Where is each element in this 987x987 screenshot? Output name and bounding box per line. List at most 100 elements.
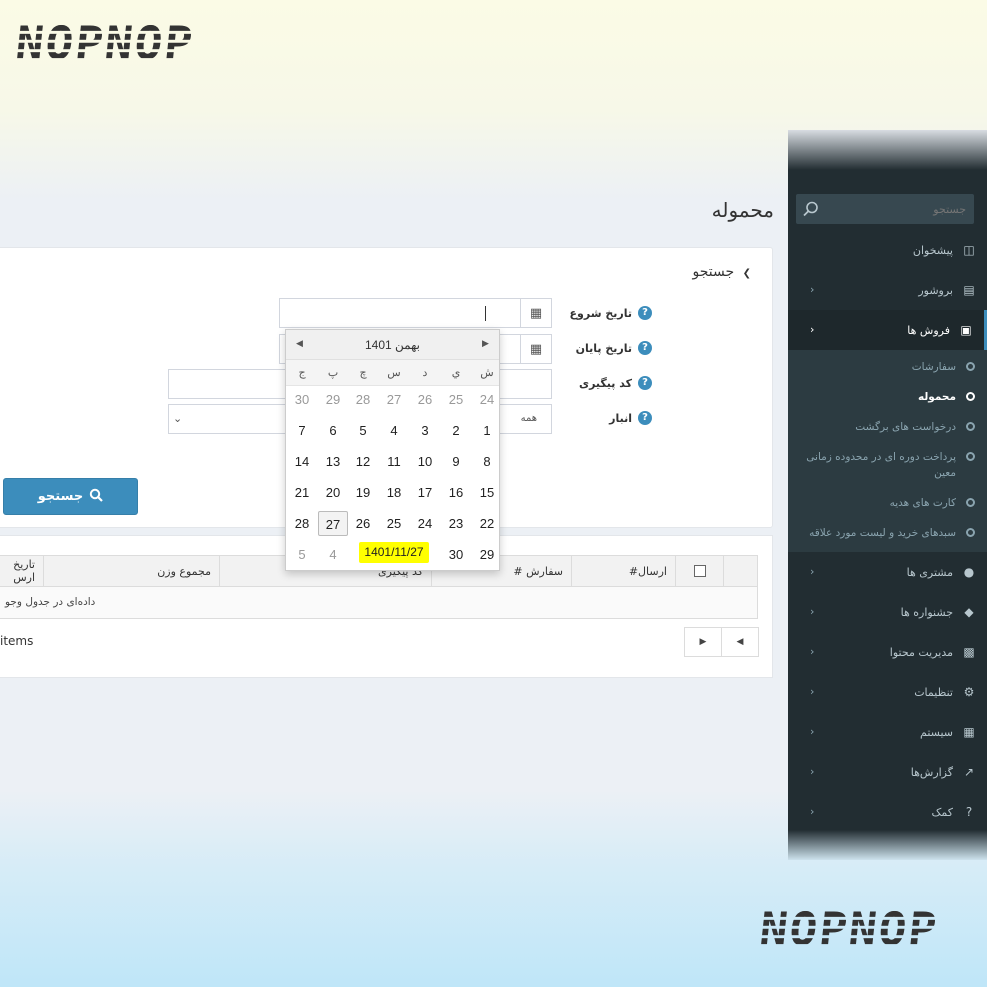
sidebar-item-system[interactable]: ▦ سیستم ‹ (788, 712, 987, 752)
help-icon[interactable]: ? (638, 306, 652, 320)
datepicker-day[interactable]: 19 (348, 480, 378, 505)
datepicker-day[interactable]: 18 (379, 480, 409, 505)
help-icon[interactable]: ? (638, 376, 652, 390)
datepicker-day[interactable]: 7 (287, 418, 317, 443)
datepicker-day[interactable]: 29 (472, 542, 502, 567)
column-shipped-date[interactable]: تاریخ ارس (0, 556, 43, 586)
select-all-checkbox[interactable] (675, 556, 723, 586)
datepicker-day[interactable]: 1 (472, 418, 502, 443)
datepicker-title[interactable]: بهمن 1401 (336, 338, 449, 352)
datepicker-day[interactable]: 17 (410, 480, 440, 505)
datepicker-day[interactable]: 14 (287, 449, 317, 474)
datepicker-day[interactable]: 25 (441, 387, 471, 412)
search-icon[interactable] (802, 200, 820, 218)
circle-icon (966, 498, 975, 507)
sidebar-subitem-carts[interactable]: سبدهای خرید و لیست مورد علاقه (788, 518, 987, 548)
user-icon: ● (963, 565, 975, 579)
sidebar-item-catalog[interactable]: ▤ بروشور ‹ (788, 270, 987, 310)
sidebar-item-sales[interactable]: ▣ فروش ها ‹ (788, 310, 987, 350)
sidebar-item-dashboard[interactable]: ◫ پیشخوان (788, 230, 987, 270)
sidebar-item-settings[interactable]: ⚙ تنظیمات ‹ (788, 672, 987, 712)
datepicker-day[interactable]: 5 (287, 542, 317, 567)
sidebar-item-reports[interactable]: ↗ گزارش‌ها ‹ (788, 752, 987, 792)
chevron-down-icon: ❯ (742, 268, 751, 279)
datepicker-next-icon[interactable]: ▶ (482, 338, 489, 349)
chevron-down-icon: ‹ (810, 323, 815, 336)
datepicker-day[interactable]: 8 (472, 449, 502, 474)
cart-icon: ▣ (960, 323, 972, 337)
sidebar-subitem-recurring[interactable]: پرداخت دوره ای در محدوده زمانی معین (788, 442, 987, 488)
datepicker-weekdays: شيدسچپج (286, 360, 499, 386)
sidebar-item-content[interactable]: ▩ مدیریت محتوا ‹ (788, 632, 987, 672)
datepicker-day[interactable]: 9 (441, 449, 471, 474)
datepicker-day[interactable]: 24 (472, 387, 502, 412)
datepicker-day[interactable]: 13 (318, 449, 348, 474)
chevron-left-icon: ‹ (810, 725, 815, 738)
gears-icon: ⚙ (963, 685, 975, 699)
sidebar-subitem-shipments[interactable]: محموله (788, 382, 987, 412)
calendar-icon[interactable]: ▦ (520, 298, 552, 328)
datepicker-day[interactable]: 28 (348, 387, 378, 412)
sidebar-item-customers[interactable]: ● مشتری ها ‹ (788, 552, 987, 592)
datepicker-day[interactable]: 2 (441, 418, 471, 443)
warehouse-label: ? انبار (542, 411, 652, 425)
datepicker-day[interactable]: 21 (287, 480, 317, 505)
search-panel-toggle[interactable]: ❯ جستجو (611, 264, 751, 280)
sidebar-search (796, 194, 974, 224)
start-date-input[interactable] (279, 298, 521, 328)
datepicker-day[interactable]: 25 (379, 511, 409, 536)
sidebar-search-input[interactable] (824, 202, 974, 216)
datepicker-day[interactable]: 28 (287, 511, 317, 536)
datepicker-day[interactable]: 30 (287, 387, 317, 412)
datepicker-day[interactable]: 10 (410, 449, 440, 474)
datepicker-day[interactable]: 5 (348, 418, 378, 443)
circle-icon (966, 392, 975, 401)
circle-icon (966, 422, 975, 431)
column-total-weight[interactable]: مجموع وزن (43, 556, 219, 586)
datepicker-day[interactable]: 3 (410, 418, 440, 443)
datepicker-day[interactable]: 26 (410, 387, 440, 412)
monitor-icon: ◫ (963, 243, 975, 257)
chevron-down-icon: ⌄ (173, 412, 183, 425)
datepicker-day[interactable]: 24 (410, 511, 440, 536)
sidebar-subitem-gift-cards[interactable]: کارت های هدیه (788, 488, 987, 518)
warehouse-select-value: همه (520, 413, 537, 424)
datepicker-day[interactable]: 6 (318, 418, 348, 443)
weekday-label: س (387, 367, 401, 379)
help-icon[interactable]: ? (638, 411, 652, 425)
datepicker-day[interactable]: 4 (318, 542, 348, 567)
datepicker-day[interactable]: 23 (441, 511, 471, 536)
grid-header-spacer (723, 556, 757, 586)
pager-prev-button[interactable]: ◀ (721, 627, 759, 657)
datepicker-day[interactable]: 29 (318, 387, 348, 412)
sidebar: ◫ پیشخوان ▤ بروشور ‹ ▣ فروش ها ‹ سفارشات… (788, 130, 987, 860)
start-date-label: ? تاریخ شروع (542, 306, 652, 320)
sidebar-subitem-returns[interactable]: درخواست های برگشت (788, 412, 987, 442)
calendar-icon[interactable]: ▦ (520, 334, 552, 364)
datepicker-today-button[interactable]: 1401/11/27 (359, 542, 429, 563)
datepicker-day[interactable]: 15 (472, 480, 502, 505)
datepicker-day[interactable]: 27 (318, 511, 348, 536)
sidebar-item-promotions[interactable]: ◆ جشنواره ها ‹ (788, 592, 987, 632)
help-icon[interactable]: ? (638, 341, 652, 355)
datepicker-day[interactable]: 4 (379, 418, 409, 443)
chevron-left-icon: ‹ (810, 685, 815, 698)
column-shipment-id[interactable]: ارسال# (571, 556, 675, 586)
chevron-left-icon: ‹ (810, 605, 815, 618)
sidebar-subitem-orders[interactable]: سفارشات (788, 352, 987, 382)
datepicker-day[interactable]: 22 (472, 511, 502, 536)
datepicker-day[interactable]: 26 (348, 511, 378, 536)
pager-next-button[interactable]: ▶ (684, 627, 722, 657)
datepicker-day[interactable]: 11 (379, 449, 409, 474)
search-panel-heading: جستجو (692, 264, 735, 280)
datepicker-prev-icon[interactable]: ◀ (296, 338, 303, 349)
datepicker-day[interactable]: 27 (379, 387, 409, 412)
datepicker-day[interactable]: 20 (318, 480, 348, 505)
circle-icon (966, 362, 975, 371)
search-button[interactable]: جستجو (3, 478, 138, 515)
datepicker-day[interactable]: 30 (441, 542, 471, 567)
datepicker-day[interactable]: 16 (441, 480, 471, 505)
sidebar-item-help[interactable]: ? کمک ‹ (788, 792, 987, 832)
tag-icon: ◆ (964, 605, 974, 619)
datepicker-day[interactable]: 12 (348, 449, 378, 474)
